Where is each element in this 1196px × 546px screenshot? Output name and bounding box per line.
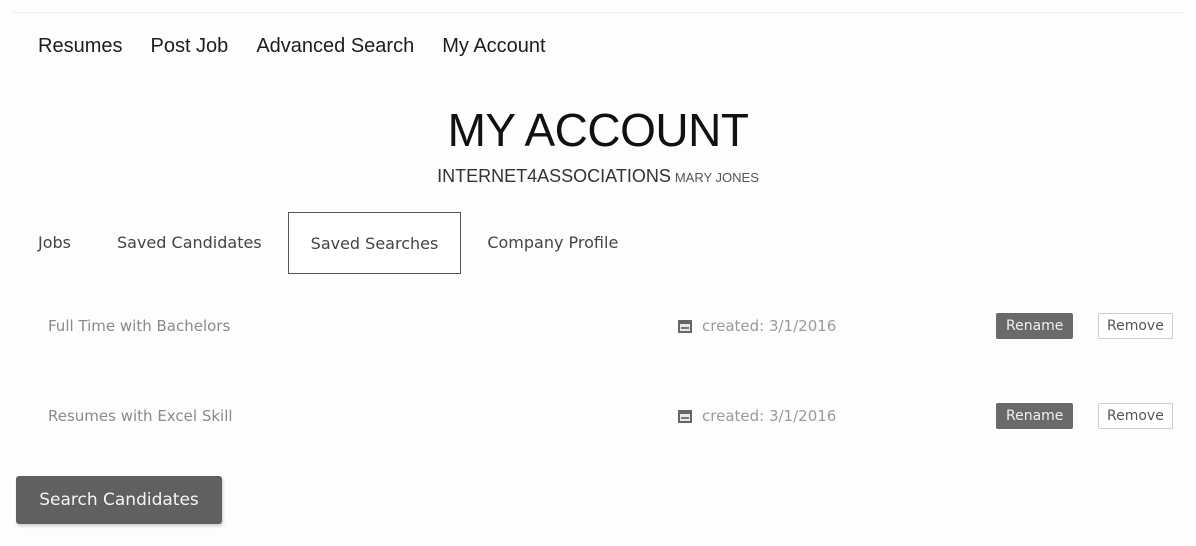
account-tabs: Jobs Saved Candidates Saved Searches Com… xyxy=(38,212,640,274)
top-nav: Resumes Post Job Advanced Search My Acco… xyxy=(12,12,1184,80)
account-subtitle: INTERNET4ASSOCIATIONS MARY JONES xyxy=(0,166,1196,187)
user-name: MARY JONES xyxy=(674,170,759,185)
tab-saved-searches[interactable]: Saved Searches xyxy=(287,212,462,274)
rename-button[interactable]: Rename xyxy=(996,313,1074,339)
organization-name: INTERNET4ASSOCIATIONS xyxy=(437,166,671,186)
tab-jobs[interactable]: Jobs xyxy=(38,212,71,274)
nav-my-account-link[interactable]: My Account xyxy=(442,35,545,58)
saved-search-created: created: 3/1/2016 xyxy=(678,407,836,425)
saved-search-created: created: 3/1/2016 xyxy=(678,317,836,335)
nav-advanced-search-link[interactable]: Advanced Search xyxy=(256,35,414,58)
saved-search-row: Full Time with Bachelors created: 3/1/20… xyxy=(38,296,1182,356)
nav-post-job-link[interactable]: Post Job xyxy=(150,35,228,58)
page-title: MY ACCOUNT xyxy=(447,104,749,156)
tab-company-profile[interactable]: Company Profile xyxy=(465,212,640,274)
saved-search-name[interactable]: Resumes with Excel Skill xyxy=(48,407,233,425)
calendar-icon xyxy=(678,409,692,423)
search-candidates-button[interactable]: Search Candidates xyxy=(16,476,222,524)
saved-search-row: Resumes with Excel Skill created: 3/1/20… xyxy=(38,386,1182,446)
remove-button[interactable]: Remove xyxy=(1098,403,1173,429)
remove-button[interactable]: Remove xyxy=(1098,313,1173,339)
page: Resumes Post Job Advanced Search My Acco… xyxy=(0,0,1196,546)
created-date: created: 3/1/2016 xyxy=(702,407,837,425)
created-date: created: 3/1/2016 xyxy=(702,317,837,335)
tab-saved-candidates[interactable]: Saved Candidates xyxy=(95,212,284,274)
title-block: MY ACCOUNT INTERNET4ASSOCIATIONS MARY JON… xyxy=(0,100,1196,187)
calendar-icon xyxy=(678,319,692,333)
saved-search-name[interactable]: Full Time with Bachelors xyxy=(48,317,230,335)
rename-button[interactable]: Rename xyxy=(996,403,1074,429)
nav-resumes-link[interactable]: Resumes xyxy=(38,35,122,58)
